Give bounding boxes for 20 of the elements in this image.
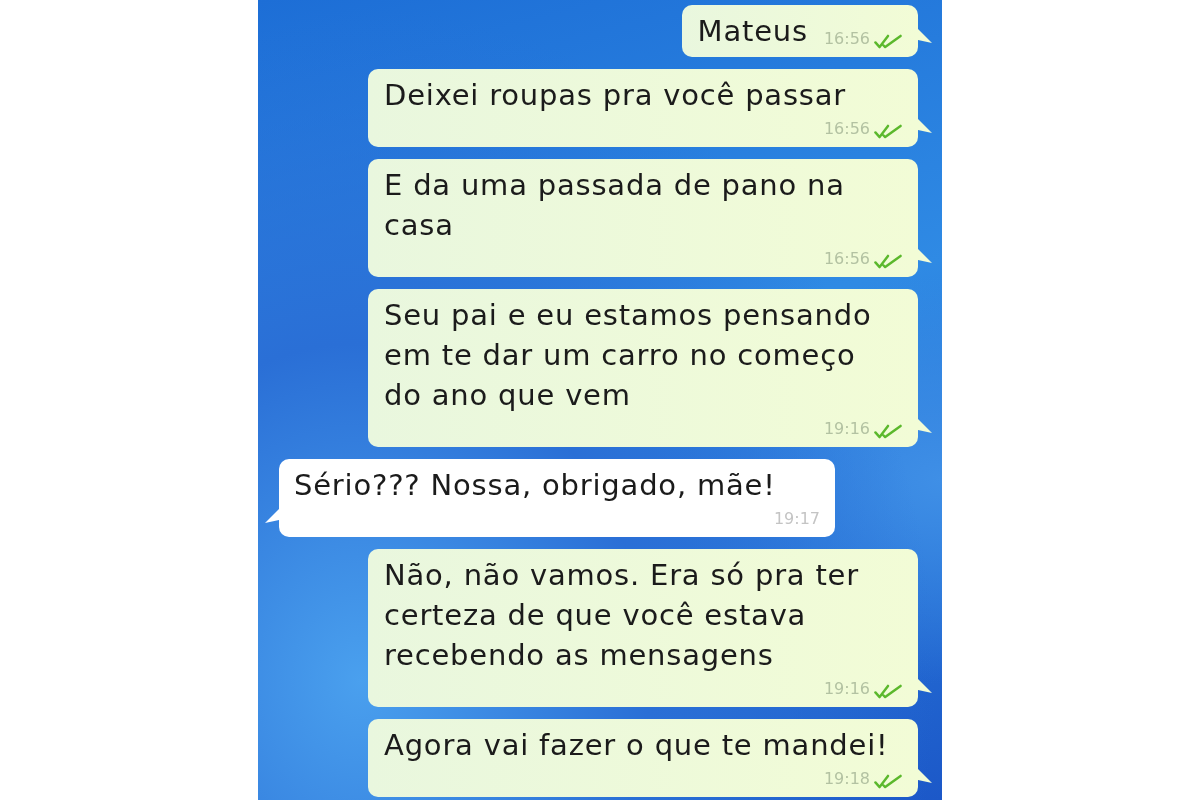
message-time: 19:16 [823, 679, 870, 699]
message-text: Seu pai e eu estamos pensando em te dar um carro no começo do ano que vem [384, 297, 873, 414]
message-text: E da uma passada de pano na casa [384, 167, 846, 244]
message-time: 16:56 [823, 29, 870, 49]
message-text: Sério??? Nossa, obrigado, mãe! [294, 467, 776, 504]
speech-tail-icon [918, 29, 932, 43]
message-text: Agora vai fazer o que te mandei! [384, 727, 889, 764]
speech-tail-icon [918, 419, 932, 433]
speech-tail-icon [918, 679, 932, 693]
message-time: 19:16 [823, 419, 870, 439]
message-time: 19:18 [823, 769, 870, 789]
message-time: 19:17 [773, 509, 820, 529]
message-text: Não, não vamos. Era só pra ter certeza de que você estava recebendo as mensagens [384, 557, 860, 674]
speech-tail-icon [918, 249, 932, 263]
message-text: Deixei roupas pra você passar [384, 77, 847, 114]
speech-tail-icon [918, 119, 932, 133]
message-time: 16:56 [823, 119, 870, 139]
message-time: 16:56 [823, 249, 870, 269]
message-text: Mateus [697, 13, 808, 50]
speech-tail-icon [918, 769, 932, 783]
